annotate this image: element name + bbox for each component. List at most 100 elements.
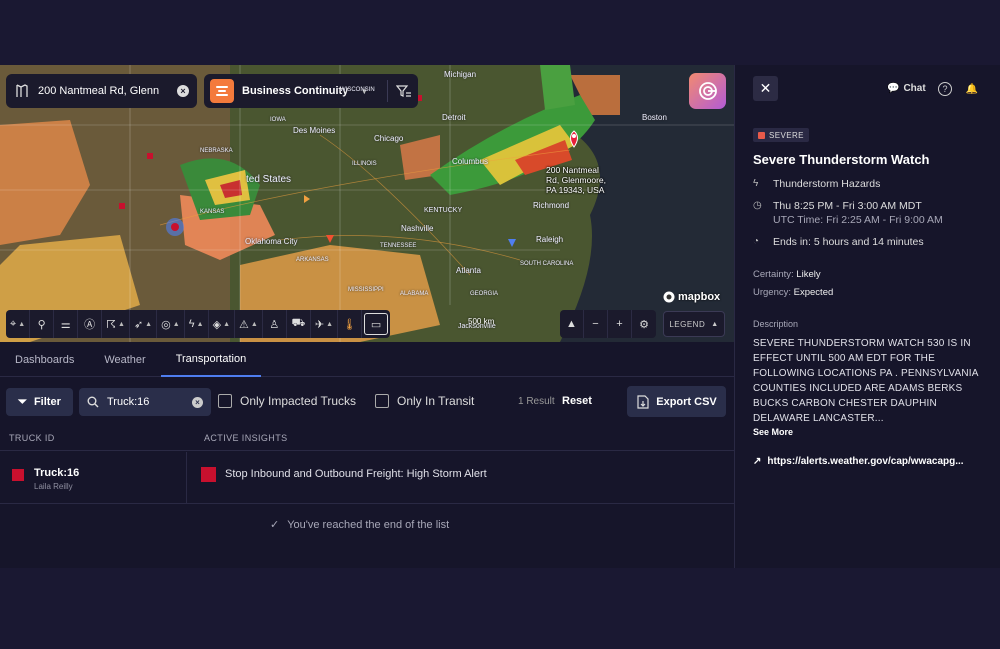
search-icon <box>87 396 99 408</box>
check-icon: ✓ <box>270 519 280 531</box>
map-city-label: Atlanta <box>456 266 481 275</box>
filter-button[interactable]: ⏷ Filter <box>6 388 73 416</box>
map-city-label: Chicago <box>374 134 404 143</box>
flight-layer-button[interactable]: ✈ ▲ <box>311 310 339 338</box>
map-state-label: SOUTH CAROLINA <box>520 261 574 267</box>
column-header-truck-id: TRUCK ID <box>9 433 55 443</box>
map-scale: 500 km <box>468 317 494 326</box>
location-icon: ⌖ <box>10 317 17 330</box>
storm-icon: ϟ <box>753 178 759 189</box>
end-of-list-message: ✓ You've reached the end of the list <box>270 518 449 532</box>
map-city-label: KENTUCKY <box>424 207 463 214</box>
mapbox-attribution[interactable]: mapbox <box>663 291 720 303</box>
caret-up-icon: ▲ <box>326 320 334 328</box>
brand-logo-button[interactable] <box>689 73 726 109</box>
insight-text[interactable]: Stop Inbound and Outbound Freight: High … <box>225 468 487 480</box>
direction-layer-button[interactable]: ➶ ▲ <box>130 310 158 338</box>
chat-button[interactable]: 💬 Chat <box>887 83 926 94</box>
compass-button[interactable]: ▲ <box>560 310 584 338</box>
table-row[interactable]: Truck:16 Laila Reilly Stop Inbound and O… <box>0 452 734 504</box>
tab-dashboards[interactable]: Dashboards <box>0 342 89 377</box>
map-city-label: Detroit <box>442 113 466 122</box>
only-in-transit-label: Only In Transit <box>397 394 475 408</box>
lightning-layer-button[interactable]: ϟ ▲ <box>185 310 209 338</box>
alert-source-link[interactable]: ↗ https://alerts.weather.gov/cap/wwacapg… <box>753 456 964 467</box>
sliders-button[interactable]: ⚌ <box>54 310 79 338</box>
walker-layer-button[interactable]: ♙ <box>263 310 287 338</box>
map-state-label: ALABAMA <box>400 291 429 297</box>
tab-weather[interactable]: Weather <box>89 342 160 377</box>
export-csv-button[interactable]: Export CSV <box>627 386 726 417</box>
map-scale-text: 500 km <box>468 317 495 326</box>
alert-source-url: https://alerts.weather.gov/cap/wwacapg..… <box>767 456 964 467</box>
only-impacted-checkbox[interactable]: Only Impacted Trucks <box>218 394 356 408</box>
caret-up-icon: ▲ <box>196 320 204 328</box>
sliders-icon: ⚌ <box>60 318 71 331</box>
urgency-label: Urgency: <box>753 287 792 298</box>
zoom-out-button[interactable]: − <box>584 310 608 338</box>
export-csv-label: Export CSV <box>656 395 717 408</box>
checkbox-box[interactable] <box>375 394 389 408</box>
only-in-transit-checkbox[interactable]: Only In Transit <box>375 394 474 408</box>
alert-detail-panel: ✕ 💬 Chat ? 🔔 SEVERE Severe Thunderstorm … <box>734 65 1000 568</box>
hurricane-icon: ☈ <box>106 318 116 331</box>
time-utc: UTC Time: Fri 2:25 AM - Fri 9:00 AM <box>773 214 943 226</box>
ends-in-text: Ends in: 5 hours and 14 minutes <box>773 236 924 248</box>
location-search-value: 200 Nantmeal Rd, Glenn <box>38 85 160 97</box>
mapbox-logo-icon <box>663 291 675 303</box>
urgency-value: Expected <box>793 287 834 298</box>
map-settings-button[interactable]: ⚙ <box>632 310 656 338</box>
location-layer-button[interactable]: ⌖ ▲ <box>6 310 31 338</box>
reset-button[interactable]: Reset <box>562 395 592 407</box>
location-search[interactable]: 200 Nantmeal Rd, Glenn × <box>6 74 197 108</box>
bell-icon[interactable]: 🔔 <box>965 82 979 96</box>
help-icon[interactable]: ? <box>938 82 952 96</box>
map-state-label: TENNESSEE <box>380 243 417 249</box>
column-divider <box>186 452 187 504</box>
layers-icon: ◈ <box>212 318 222 331</box>
caret-up-icon: ▲ <box>172 320 180 328</box>
context-selector[interactable]: Business Continuity ▼ <box>204 74 418 108</box>
export-icon <box>637 394 649 409</box>
layers-button[interactable]: ◈ ▲ <box>209 310 236 338</box>
checkbox-box[interactable] <box>218 394 232 408</box>
tab-transportation[interactable]: Transportation <box>160 342 262 377</box>
truck-search-value: Truck:16 <box>107 396 150 408</box>
filter-list-icon[interactable] <box>396 84 412 98</box>
route-layer-button[interactable]: ⚲ <box>30 310 55 338</box>
weather-map[interactable]: 200 Nantmeal Rd, Glenn × Business Contin… <box>0 65 734 342</box>
truck-search-input[interactable]: Truck:16 × <box>79 388 211 416</box>
hurricane-layer-button[interactable]: ☈ ▲ <box>102 310 130 338</box>
main-tabs: Dashboards Weather Transportation <box>0 342 734 377</box>
close-panel-button[interactable]: ✕ <box>753 76 778 101</box>
radar-layer-button[interactable]: ◎ ▲ <box>157 310 185 338</box>
mapbox-attribution-text: mapbox <box>678 291 721 303</box>
certainty-value: Likely <box>796 269 821 280</box>
ends-in-row: ◔ Ends in: 5 hours and 14 minutes <box>753 236 924 248</box>
result-count: 1 Result <box>518 396 555 407</box>
caret-up-icon: ▲ <box>18 320 26 328</box>
see-more-link[interactable]: See More <box>753 427 793 437</box>
truck-id: Truck:16 <box>34 467 80 479</box>
pin-label-line: PA 19343, USA <box>546 185 605 195</box>
external-link-icon: ↗ <box>753 456 762 467</box>
alert-layer-button[interactable]: ⚠ ▲ <box>235 310 263 338</box>
zoom-in-button[interactable]: + <box>608 310 632 338</box>
severity-color-swatch <box>758 131 765 139</box>
map-city-label: Oklahoma City <box>245 237 298 246</box>
temperature-layer-button[interactable]: 🌡 <box>338 310 363 338</box>
truck-layer-button[interactable]: ⛟ <box>287 310 311 338</box>
legend-button[interactable]: LEGEND ▲ <box>663 311 725 337</box>
clear-search-icon[interactable]: × <box>177 85 189 97</box>
time-row: ◷ Thu 8:25 PM - Fri 3:00 AM MDT UTC Time… <box>753 200 943 226</box>
caret-up-icon: ▲ <box>118 320 125 328</box>
insight-severity-indicator <box>201 467 216 482</box>
clear-search-icon[interactable]: × <box>192 396 203 408</box>
map-city-label: Raleigh <box>536 235 564 244</box>
wind-layer-button[interactable]: Ⓐ <box>78 310 103 338</box>
time-block: Thu 8:25 PM - Fri 3:00 AM MDT UTC Time: … <box>773 200 943 226</box>
map-state-label: KANSAS <box>200 209 225 215</box>
map-state-label: GEORGIA <box>470 291 499 297</box>
time-local: Thu 8:25 PM - Fri 3:00 AM MDT <box>773 200 922 212</box>
measure-button[interactable]: ▭ <box>364 313 389 335</box>
